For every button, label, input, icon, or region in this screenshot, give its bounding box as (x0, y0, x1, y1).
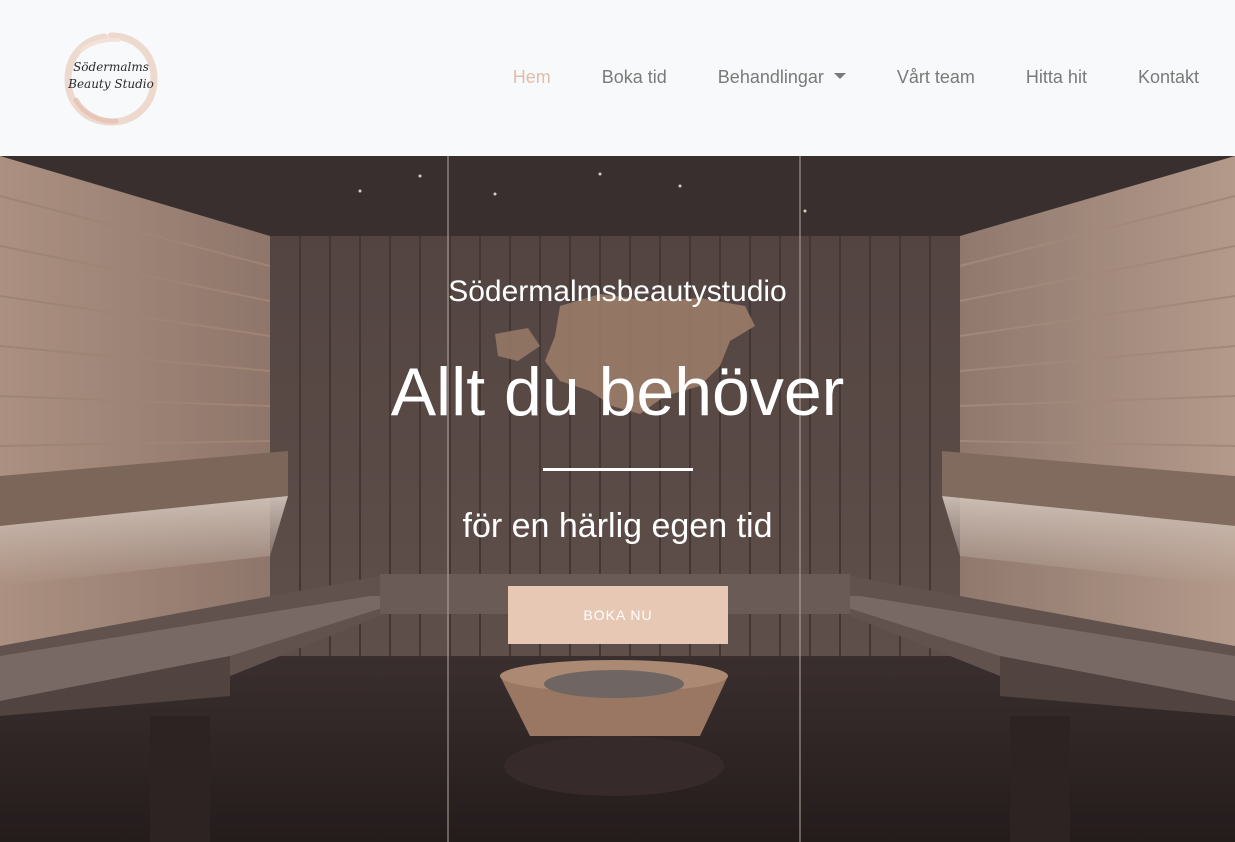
nav-item-hem[interactable]: Hem (513, 65, 551, 89)
nav-item-behandlingar-label: Behandlingar (717, 67, 824, 87)
logo[interactable]: Södermalms Beauty Studio (62, 30, 160, 128)
caret-down-icon (833, 73, 846, 79)
navbar: Södermalms Beauty Studio Hem Boka tid Be… (0, 0, 1235, 156)
hero-subtitle: Södermalmsbeautystudio (448, 275, 787, 308)
nav-item-hitta-hit[interactable]: Hitta hit (1026, 65, 1087, 89)
nav-item-boka-tid[interactable]: Boka tid (602, 65, 667, 89)
logo-text: Södermalms Beauty Studio (62, 59, 160, 93)
hero-section: Södermalmsbeautystudio Allt du behöver f… (0, 156, 1235, 842)
nav-item-vart-team[interactable]: Vårt team (897, 65, 975, 89)
hero-divider (543, 468, 693, 471)
nav-item-behandlingar[interactable]: Behandlingar (718, 65, 846, 89)
hero-title: Allt du behöver (390, 354, 845, 430)
main-nav: Hem Boka tid Behandlingar Vårt team Hitt… (513, 65, 1199, 89)
boka-nu-button[interactable]: BOKA NU (508, 586, 728, 644)
hero-overlay (0, 156, 1235, 842)
nav-item-kontakt[interactable]: Kontakt (1138, 65, 1199, 89)
logo-line-1: Södermalms (73, 60, 149, 74)
hero-tagline: för en härlig egen tid (462, 507, 773, 545)
logo-line-2: Beauty Studio (68, 77, 154, 91)
